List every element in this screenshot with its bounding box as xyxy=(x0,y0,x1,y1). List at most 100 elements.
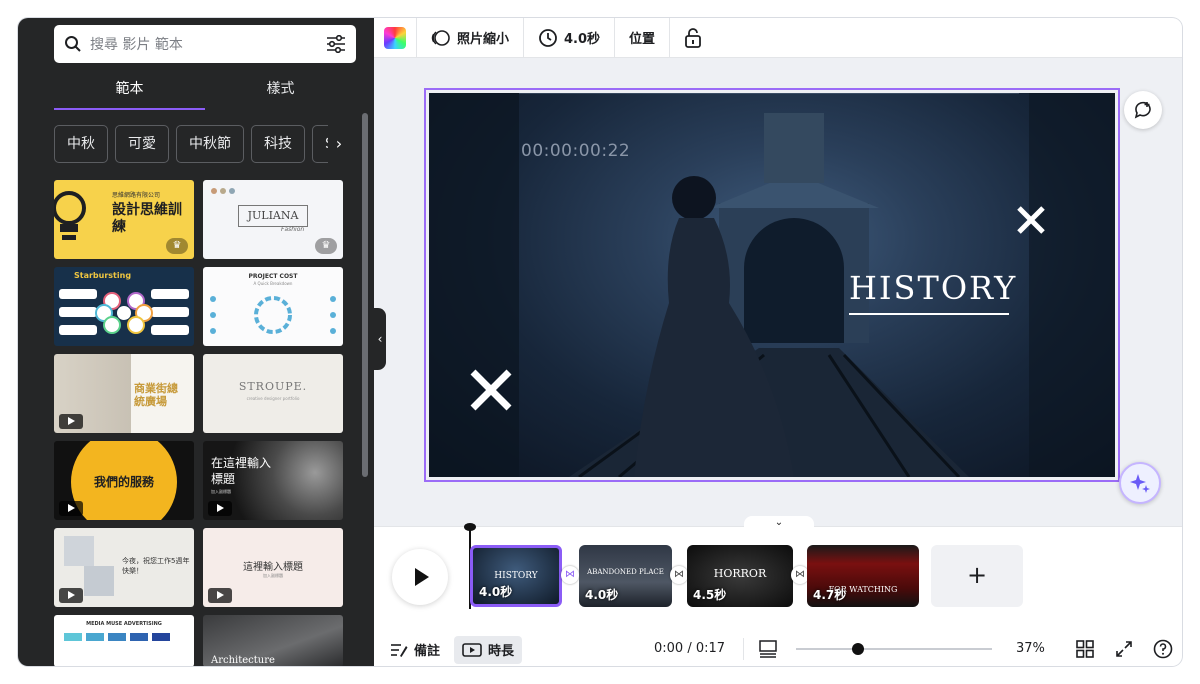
template-card[interactable]: Starbursting xyxy=(54,267,194,346)
template-card[interactable]: 思維網路有限公司 設計思維訓練 ♛ xyxy=(54,180,194,259)
clip-label: HORROR xyxy=(713,567,767,580)
top-toolbar: 照片縮小 4.0秒 位置 xyxy=(374,18,1182,58)
template-subtitle: 加入副標題 xyxy=(211,489,231,494)
template-title: JULIANA xyxy=(238,205,308,227)
chips-next-icon[interactable]: › xyxy=(328,125,350,163)
unlock-icon xyxy=(685,27,701,48)
position-button[interactable]: 位置 xyxy=(615,18,671,58)
template-subtitle: creative designer portfolio xyxy=(246,396,300,401)
timeline-clip[interactable]: ABANDONED PLACE 4.0秒 xyxy=(579,545,672,607)
template-title: 我們的服務 xyxy=(93,475,154,489)
collapse-panel-button[interactable]: ‹ xyxy=(374,308,386,370)
template-card[interactable]: STROUPE. creative designer portfolio xyxy=(203,354,343,433)
video-canvas[interactable]: 00:00:00:22 HISTORY xyxy=(429,93,1115,477)
template-title: STROUPE. xyxy=(238,380,308,393)
play-icon xyxy=(208,501,232,516)
timecode-text[interactable]: 00:00:00:22 xyxy=(521,141,630,161)
template-title: Architecture xyxy=(211,655,275,666)
template-card[interactable]: 商業街總統廣場 xyxy=(54,354,194,433)
photo-shrink-label: 照片縮小 xyxy=(457,32,510,47)
chip-mid-autumn[interactable]: 中秋 xyxy=(54,125,108,163)
clock-icon xyxy=(539,28,557,47)
template-card[interactable]: Architecture xyxy=(203,615,343,666)
chip-tech[interactable]: 科技 xyxy=(251,125,305,163)
timeline: ⌄ HISTORY 4.0秒 ⋈ ABANDONED PLACE 4.0秒 ⋈ … xyxy=(374,516,1182,636)
duration-view-button[interactable]: 時長 xyxy=(454,635,523,664)
template-title: MEDIA MUSE ADVERTISING xyxy=(86,621,162,627)
title-underline xyxy=(849,313,1009,315)
template-subtitle: A Quick Breakdown xyxy=(253,281,293,286)
template-title: PROJECT COST xyxy=(248,273,298,280)
templates-panel: 搜尋 影片 範本 範本 樣式 中秋 可愛 中秋節 科技 So › 思維網路有限公… xyxy=(18,18,374,666)
animation-icon xyxy=(431,29,450,46)
play-icon xyxy=(59,414,83,429)
tab-styles[interactable]: 樣式 xyxy=(205,76,356,110)
filter-icon[interactable] xyxy=(326,35,346,53)
template-subtitle: 加入副標題 xyxy=(263,573,283,578)
crown-icon: ♛ xyxy=(315,238,337,254)
play-icon xyxy=(59,501,83,516)
photo-placeholder xyxy=(84,566,114,596)
template-card[interactable]: 今夜，祝您工作5週年快樂！ xyxy=(54,528,194,607)
add-comment-button[interactable] xyxy=(1124,91,1162,129)
bar-divider xyxy=(743,638,744,660)
template-title: 今夜，祝您工作5週年快樂！ xyxy=(122,557,190,575)
notes-button[interactable]: 備註 xyxy=(382,636,448,664)
tab-templates[interactable]: 範本 xyxy=(54,76,205,110)
fullscreen-icon[interactable] xyxy=(1115,640,1133,658)
notes-label: 備註 xyxy=(414,644,441,659)
playback-time: 0:00 / 0:17 xyxy=(654,641,726,656)
timeline-clip[interactable]: FOR WATCHING 4.7秒 xyxy=(807,545,919,607)
search-box[interactable]: 搜尋 影片 範本 xyxy=(54,25,356,63)
add-clip-button[interactable]: + xyxy=(931,545,1023,607)
panel-tabs: 範本 樣式 xyxy=(54,76,356,110)
timeline-view-icon xyxy=(462,642,482,657)
template-card[interactable]: PROJECT COST A Quick Breakdown xyxy=(203,267,343,346)
template-card[interactable]: 在這裡輸入標題 加入副標題 xyxy=(203,441,343,520)
transition-icon[interactable]: ⋈ xyxy=(561,566,579,584)
template-title: 在這裡輸入標題 xyxy=(211,456,272,486)
close-icon[interactable] xyxy=(469,368,513,412)
zoom-slider[interactable] xyxy=(796,643,992,655)
photo-shrink-button[interactable]: 照片縮小 xyxy=(417,18,525,58)
panel-scrollbar[interactable] xyxy=(362,113,368,477)
timeline-clip[interactable]: HISTORY 4.0秒 xyxy=(470,545,562,607)
play-button[interactable] xyxy=(392,549,448,605)
template-title: 這裡輸入標題 xyxy=(243,562,303,573)
arrow-row xyxy=(64,633,170,641)
template-card[interactable]: MEDIA MUSE ADVERTISING xyxy=(54,615,194,666)
transition-icon[interactable]: ⋈ xyxy=(670,566,688,584)
comment-plus-icon xyxy=(1134,101,1151,119)
search-icon xyxy=(65,36,81,52)
lock-button[interactable] xyxy=(670,18,716,58)
chip-cute[interactable]: 可愛 xyxy=(115,125,169,163)
play-icon xyxy=(208,588,232,603)
template-card[interactable]: 這裡輸入標題 加入副標題 xyxy=(203,528,343,607)
design-canvas-frame[interactable]: 00:00:00:22 HISTORY xyxy=(424,88,1120,482)
color-swatch-icon xyxy=(384,26,406,49)
timeline-clip[interactable]: HORROR 4.5秒 xyxy=(687,545,793,607)
color-picker-button[interactable] xyxy=(374,18,417,58)
duration-label: 4.0秒 xyxy=(564,32,601,47)
photo-placeholder xyxy=(64,536,94,566)
crown-icon: ♛ xyxy=(166,238,188,254)
clip-duration: 4.5秒 xyxy=(693,588,727,602)
notes-icon xyxy=(391,643,408,657)
collapse-timeline-button[interactable]: ⌄ xyxy=(744,516,814,528)
duration-button[interactable]: 4.0秒 xyxy=(524,18,616,58)
close-icon[interactable] xyxy=(1016,205,1046,235)
template-card[interactable]: JULIANA Fashion ♛ xyxy=(203,180,343,259)
history-title[interactable]: HISTORY xyxy=(849,269,1017,307)
magic-assistant-button[interactable] xyxy=(1119,462,1161,504)
help-icon[interactable] xyxy=(1153,639,1173,659)
template-company: 思維網路有限公司 xyxy=(112,192,161,199)
clip-label: ABANDONED PLACE xyxy=(587,568,664,576)
bottom-bar: 備註 時長 0:00 / 0:17 37% xyxy=(374,633,1182,666)
clip-duration: 4.7秒 xyxy=(813,588,847,602)
page-view-icon[interactable] xyxy=(758,640,778,658)
chip-mid-autumn-festival[interactable]: 中秋節 xyxy=(176,125,244,163)
zoom-slider-knob[interactable] xyxy=(852,643,864,655)
search-input[interactable]: 搜尋 影片 範本 xyxy=(90,34,326,54)
grid-view-icon[interactable] xyxy=(1076,640,1094,658)
template-card[interactable]: 我們的服務 xyxy=(54,441,194,520)
